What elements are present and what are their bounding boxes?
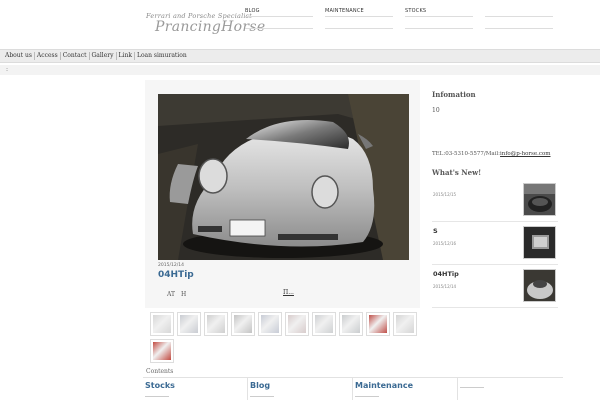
gallery-thumbnail[interactable] [204,312,228,336]
top-nav-stocks[interactable]: STOCKS [405,8,485,30]
top-nav-maintenance[interactable]: MAINTENANCE [325,8,405,30]
gallery-thumbnail[interactable] [150,339,174,363]
menu-item-contact[interactable]: Contact [61,52,90,60]
news-title: 04HTip [433,270,459,278]
menu-item-link[interactable]: Link [117,52,135,60]
menu-item-access[interactable]: Access [35,52,61,60]
divider [325,16,393,17]
gallery-thumbnail[interactable] [177,312,201,336]
thumbnail-gallery [150,312,425,363]
car-illustration [158,94,409,260]
top-nav-label: STOCKS [405,8,427,14]
divider [485,28,553,29]
divider [485,16,553,17]
menu-item-loan[interactable]: Loan simuration [135,52,189,60]
news-thumbnail[interactable] [523,269,556,302]
divider [245,28,313,29]
post-read-more-link[interactable]: П... [283,289,294,296]
bottom-sections: Stocks Blog Maintenance [143,377,563,400]
gallery-thumbnail[interactable] [339,312,363,336]
top-nav-label: MAINTENANCE [325,8,364,14]
divider [250,396,274,397]
divider [245,16,313,17]
divider [405,16,473,17]
gallery-thumbnail[interactable] [366,312,390,336]
thumbnail-image [180,315,198,333]
news-date: 2015/12/14 [433,284,457,289]
thumbnail-image [153,315,171,333]
divider [325,28,393,29]
news-date: 2015/12/15 [433,192,457,197]
mail-link[interactable]: info@p-horse.com [500,151,550,157]
tel-text: TEL:03-5310-5577/Mail: [432,151,501,157]
top-nav-extra[interactable] [485,8,565,30]
breadcrumb: : [0,65,600,75]
section-stocks[interactable]: Stocks [143,378,248,400]
gallery-thumbnail[interactable] [231,312,255,336]
section-title: Maintenance [355,381,414,390]
news-item[interactable]: S 2015/12/16 [432,223,558,265]
top-nav: BLOG MAINTENANCE STOCKS [245,8,565,30]
thumbnail-image [288,315,306,333]
post-excerpt: AT H [167,291,187,298]
post-title[interactable]: 04HTip [158,270,194,280]
news-item[interactable]: 04HTip 2015/12/14 [432,266,558,308]
post-date: 2015/12/14 [158,263,184,268]
thumbnail-image [396,315,414,333]
divider [355,396,379,397]
section-maintenance[interactable]: Maintenance [353,378,458,400]
top-nav-label: BLOG [245,8,260,14]
gallery-thumbnail[interactable] [312,312,336,336]
section-title: Blog [250,381,271,390]
news-title: S [433,227,438,235]
info-heading: Infomation [432,90,476,99]
contents-label: Contents [146,368,174,375]
site-header: Ferrari and Porsche Specialist PrancingH… [0,0,600,50]
thumbnail-image [207,315,225,333]
car-thumb-image [524,184,555,215]
news-thumbnail[interactable] [523,226,556,259]
thumbnail-image [342,315,360,333]
divider [460,387,484,388]
contact-line: TEL:03-5310-5577/Mail:info@p-horse.com [432,151,551,157]
gallery-thumbnail[interactable] [258,312,282,336]
news-date: 2015/12/16 [433,241,457,246]
car-thumb-image [524,270,555,301]
news-thumbnail[interactable] [523,183,556,216]
dashboard-thumb-image [524,227,555,258]
divider [405,28,473,29]
main-menu: About us Access Contact Gallery Link Loa… [0,49,600,63]
thumbnail-image [153,342,171,360]
featured-post: 2015/12/14 04HTip AT H П... [145,80,420,308]
menu-item-gallery[interactable]: Gallery [90,52,117,60]
section-extra[interactable] [458,378,563,400]
thumbnail-image [234,315,252,333]
gallery-thumbnail[interactable] [150,312,174,336]
thumbnail-image [261,315,279,333]
gallery-thumbnail[interactable] [285,312,309,336]
news-heading: What's New! [432,168,482,177]
menu-item-about[interactable]: About us [3,52,35,60]
info-number: 10 [432,107,440,114]
breadcrumb-text: : [6,66,9,73]
gallery-thumbnail[interactable] [393,312,417,336]
divider [145,396,169,397]
section-title: Stocks [145,381,175,390]
news-item[interactable]: 2015/12/15 [432,180,558,222]
featured-car-photo[interactable] [158,94,409,260]
section-blog[interactable]: Blog [248,378,353,400]
thumbnail-image [315,315,333,333]
top-nav-blog[interactable]: BLOG [245,8,325,30]
thumbnail-image [369,315,387,333]
